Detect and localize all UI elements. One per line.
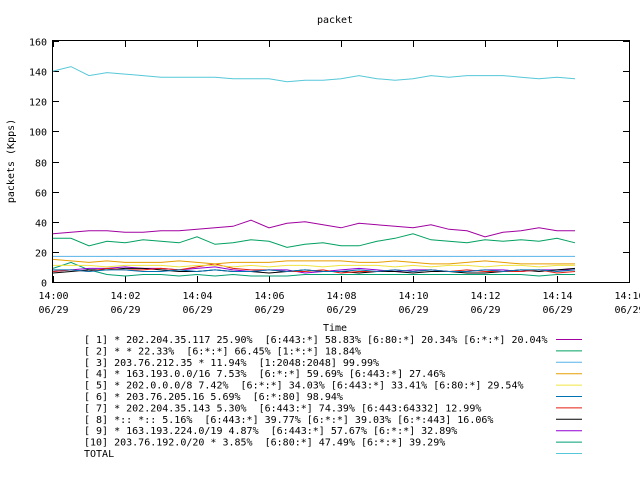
legend: [ 1] * 202.204.35.117 25.90% [6:443:*] 5… [84, 335, 582, 460]
x-tick-label-time: 14:02 [110, 291, 140, 302]
y-axis-label: packets (Kpps) [6, 119, 17, 203]
legend-label: [10] 203.76.192.0/20 * 3.85% [6:80:*] 47… [84, 438, 445, 449]
series-line-2 [53, 233, 576, 248]
x-tick-label-time: 14:12 [470, 291, 500, 302]
legend-label: [ 8] *:: *:: 5.16% [6:443:*] 39.77% [6:*… [84, 415, 493, 426]
x-tick-label-date: 06/29 [398, 305, 428, 316]
y-tick-label: 100 [29, 128, 47, 139]
y-tick-label: 160 [29, 38, 47, 49]
chart: packet packets (Kpps) Time 0 20 40 60 80 100 1… [6, 15, 640, 460]
y-tick-label: 40 [35, 219, 47, 230]
chart-title: packet [317, 15, 353, 26]
x-tick-label-date: 06/29 [470, 305, 500, 316]
legend-label: [ 1] * 202.204.35.117 25.90% [6:443:*] 5… [84, 335, 548, 346]
x-tick-label-time: 14:08 [326, 291, 356, 302]
legend-label: [ 9] * 163.193.224.0/19 4.87% [6:443:*] … [84, 426, 457, 437]
legend-label: [ 7] * 202.204.35.143 5.30% [6:443:*] 74… [84, 403, 481, 414]
x-axis-label: Time [323, 323, 347, 334]
x-tick-label-date: 06/29 [110, 305, 140, 316]
y-tick-label: 0 [41, 279, 47, 290]
x-tick-label-date: 06/29 [614, 305, 640, 316]
legend-label: [ 4] * 163.193.0.0/16 7.53% [6:*:*] 59.6… [84, 369, 445, 380]
series-line-10 [52, 261, 575, 277]
y-tick-label: 60 [35, 189, 47, 200]
x-tick-label-time: 14:14 [542, 291, 572, 302]
legend-label: TOTAL [84, 449, 114, 460]
series-lines [52, 66, 576, 277]
series-line-11 [52, 66, 576, 83]
y-tick-label: 120 [29, 98, 47, 109]
x-tick-label-date: 06/29 [542, 305, 572, 316]
x-tick-label-date: 06/29 [38, 305, 68, 316]
y-tick-label: 20 [35, 249, 47, 260]
x-tick-label-time: 14:04 [182, 291, 212, 302]
series-line-1 [52, 219, 575, 238]
x-tick-label-date: 06/29 [326, 305, 356, 316]
legend-label: [ 6] * 203.76.205.16 5.69% [6:*:80] 98.9… [84, 392, 343, 403]
x-tick-label-time: 14:16 [614, 291, 640, 302]
series-line-4 [52, 258, 575, 265]
legend-label: [ 3] 203.76.212.35 * 11.94% [1:2048:2048… [84, 358, 379, 369]
y-tick-label: 140 [29, 68, 47, 79]
x-tick-label-time: 14:10 [398, 291, 428, 302]
y-tick-label: 80 [35, 159, 47, 170]
x-tick-label-time: 14:06 [254, 291, 284, 302]
legend-label: [ 2] * * 22.33% [6:*:*] 66.45% [1:*:*] 1… [84, 346, 361, 357]
x-tick-label-time: 14:00 [38, 291, 68, 302]
x-tick-label-date: 06/29 [182, 305, 212, 316]
legend-label: [ 5] * 202.0.0.0/8 7.42% [6:*:*] 34.03% … [84, 381, 524, 392]
series-line-5 [53, 264, 575, 268]
x-tick-label-date: 06/29 [254, 305, 284, 316]
